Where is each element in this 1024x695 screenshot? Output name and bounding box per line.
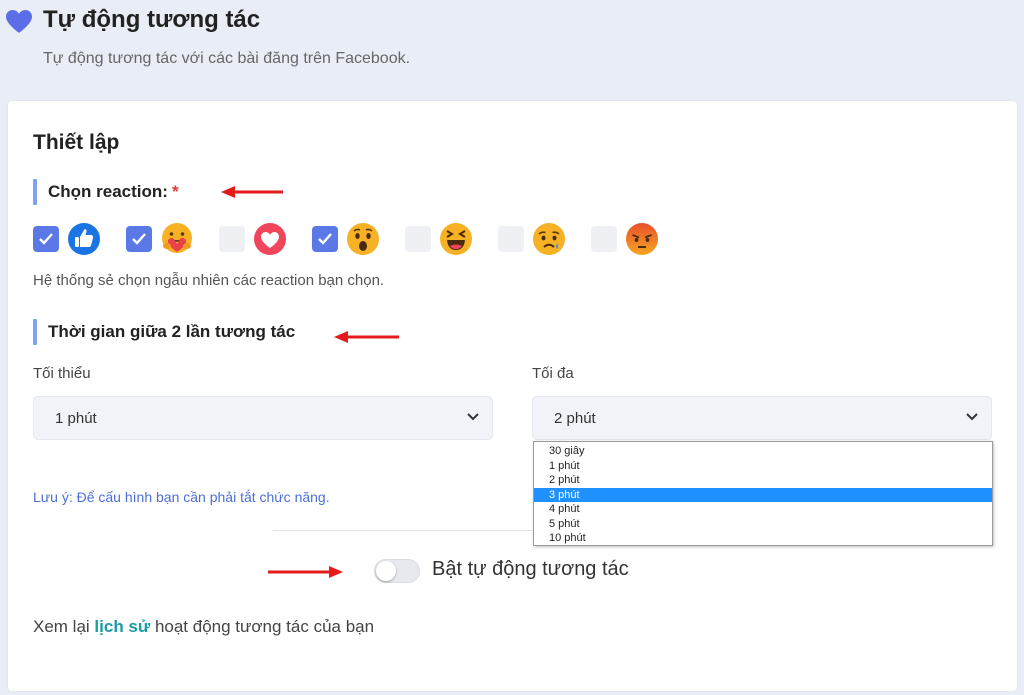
angry-icon bbox=[626, 223, 658, 255]
reaction-angry-checkbox[interactable] bbox=[591, 226, 617, 252]
reaction-wow-checkbox[interactable] bbox=[312, 226, 338, 252]
red-arrow-icon bbox=[334, 331, 399, 343]
section-title: Thiết lập bbox=[33, 131, 120, 154]
chevron-down-icon bbox=[966, 413, 978, 421]
sad-icon bbox=[533, 223, 565, 255]
max-interval-value: 2 phút bbox=[554, 410, 596, 427]
page-header: Tự động tương tác Tự động tương tác với … bbox=[0, 0, 1024, 100]
haha-icon bbox=[440, 223, 472, 255]
reaction-label-text: Chọn reaction: bbox=[48, 182, 168, 201]
divider bbox=[273, 530, 533, 531]
reaction-love-checkbox[interactable] bbox=[219, 226, 245, 252]
history-line: Xem lại lịch sử hoạt động tương tác của … bbox=[33, 617, 374, 637]
required-mark: * bbox=[171, 182, 179, 201]
min-interval-select[interactable]: 1 phút bbox=[33, 396, 493, 440]
dropdown-option[interactable]: 4 phút bbox=[534, 502, 992, 517]
dropdown-option[interactable]: 5 phút bbox=[534, 517, 992, 532]
heart-icon bbox=[6, 10, 32, 33]
history-suffix: hoạt động tương tác của bạn bbox=[154, 617, 375, 636]
dropdown-option[interactable]: 2 phút bbox=[534, 473, 992, 488]
dropdown-option[interactable]: 10 phút bbox=[534, 531, 992, 546]
like-icon bbox=[68, 223, 100, 255]
toggle-knob bbox=[376, 561, 396, 581]
reaction-like-checkbox[interactable] bbox=[33, 226, 59, 252]
label-accent-bar bbox=[33, 319, 37, 345]
red-arrow-icon bbox=[221, 186, 283, 198]
min-label: Tối thiểu bbox=[33, 365, 91, 382]
chevron-down-icon bbox=[467, 413, 479, 421]
auto-interact-toggle[interactable] bbox=[374, 559, 420, 583]
dropdown-option-highlighted[interactable]: 3 phút bbox=[534, 487, 992, 502]
max-interval-select[interactable]: 2 phút bbox=[532, 396, 992, 440]
dropdown-option[interactable]: 1 phút bbox=[534, 459, 992, 474]
dropdown-option[interactable]: 30 giây bbox=[534, 444, 992, 459]
toggle-label: Bật tự động tương tác bbox=[432, 558, 629, 580]
max-label: Tối đa bbox=[532, 365, 574, 382]
care-icon bbox=[162, 223, 192, 253]
settings-card: Thiết lập Chọn reaction: * Hệ thống sẻ c… bbox=[8, 101, 1017, 691]
love-icon bbox=[254, 223, 286, 255]
label-accent-bar bbox=[33, 179, 37, 205]
wow-icon bbox=[347, 223, 379, 255]
interval-label: Thời gian giữa 2 lần tương tác bbox=[48, 322, 296, 341]
max-interval-dropdown[interactable]: 30 giây 1 phút 2 phút 3 phút 4 phút 5 ph… bbox=[533, 441, 993, 546]
red-arrow-icon bbox=[268, 566, 343, 578]
reaction-sad-checkbox[interactable] bbox=[498, 226, 524, 252]
reaction-hint: Hệ thống sẻ chọn ngẫu nhiên các reaction… bbox=[33, 272, 385, 289]
page-subtitle: Tự động tương tác với các bài đăng trên … bbox=[43, 50, 411, 67]
min-interval-value: 1 phút bbox=[55, 410, 97, 427]
reaction-label: Chọn reaction: * bbox=[48, 182, 179, 202]
page-title: Tự động tương tác bbox=[43, 6, 261, 33]
history-prefix: Xem lại bbox=[33, 617, 90, 636]
config-note: Lưu ý: Để cấu hình bạn cần phải tắt chức… bbox=[33, 489, 330, 505]
reaction-care-checkbox[interactable] bbox=[126, 226, 152, 252]
history-link[interactable]: lịch sử bbox=[94, 617, 150, 636]
reaction-haha-checkbox[interactable] bbox=[405, 226, 431, 252]
